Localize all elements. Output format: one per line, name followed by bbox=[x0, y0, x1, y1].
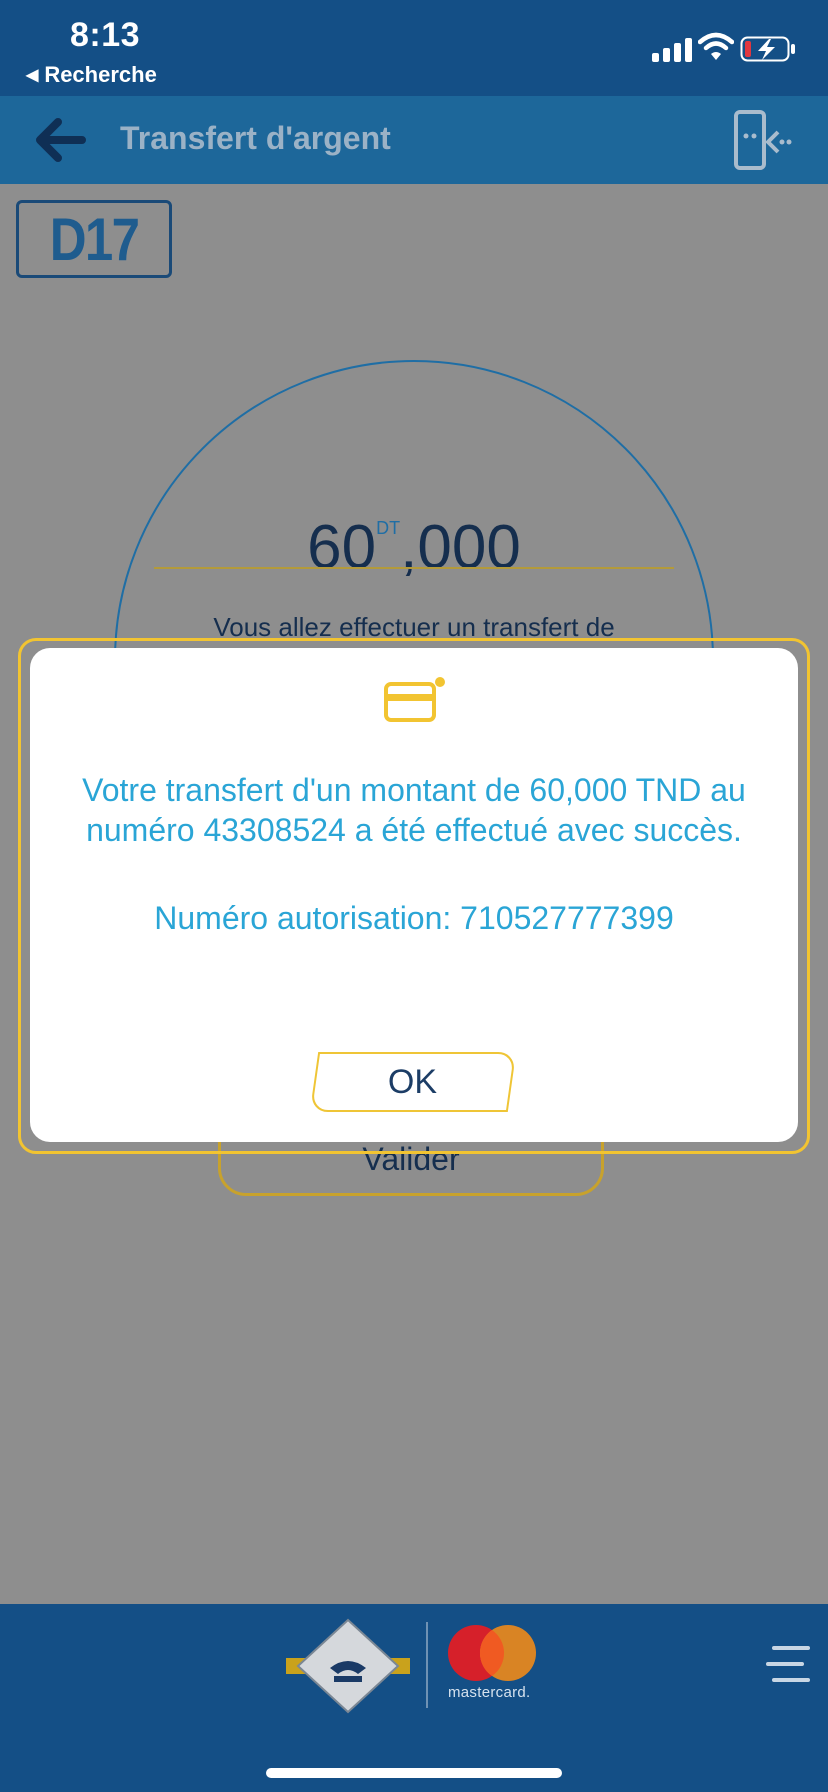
amount-whole: 60 bbox=[307, 513, 377, 582]
footer-bar: mastercard. bbox=[0, 1604, 828, 1724]
home-indicator[interactable] bbox=[266, 1768, 562, 1778]
back-arrow-icon[interactable] bbox=[36, 118, 86, 162]
success-dialog: Votre transfert d'un montant de 60,000 T… bbox=[30, 648, 798, 1142]
hamburger-menu-icon[interactable] bbox=[766, 1642, 810, 1688]
cellular-signal-icon bbox=[652, 38, 694, 62]
home-indicator-area bbox=[0, 1724, 828, 1792]
back-app-label: Recherche bbox=[44, 62, 157, 87]
mastercard-logo bbox=[448, 1625, 536, 1681]
la-poste-tunisienne-logo bbox=[286, 1618, 410, 1714]
authorization-number: Numéro autorisation: 710527777399 bbox=[154, 900, 674, 936]
footer-divider bbox=[426, 1622, 428, 1708]
amount-decimals: ,000 bbox=[400, 513, 521, 582]
app-header: Transfert d'argent bbox=[0, 96, 828, 184]
phone-transfer-icon[interactable] bbox=[732, 110, 792, 172]
ok-label: OK bbox=[388, 1062, 438, 1101]
back-to-app-link[interactable]: ◀ Recherche bbox=[26, 62, 157, 88]
battery-charging-icon bbox=[740, 36, 795, 62]
clock: 8:13 bbox=[70, 16, 141, 54]
credit-card-icon bbox=[384, 677, 445, 722]
ok-button[interactable]: OK bbox=[309, 1052, 517, 1112]
status-bar: 8:13 ◀ Recherche bbox=[0, 0, 828, 96]
wifi-icon bbox=[698, 32, 734, 60]
success-message: Votre transfert d'un montant de 60,000 T… bbox=[82, 772, 746, 848]
mastercard-label: mastercard. bbox=[448, 1684, 531, 1701]
back-triangle-icon: ◀ bbox=[26, 67, 39, 84]
page-title: Transfert d'argent bbox=[120, 120, 391, 156]
currency-label: DT bbox=[376, 518, 401, 538]
d17-logo: D17 bbox=[16, 200, 172, 278]
amount-display: 60DT,000 bbox=[154, 488, 674, 588]
amount-underline bbox=[154, 567, 674, 569]
logo-text: D17 bbox=[49, 205, 140, 273]
